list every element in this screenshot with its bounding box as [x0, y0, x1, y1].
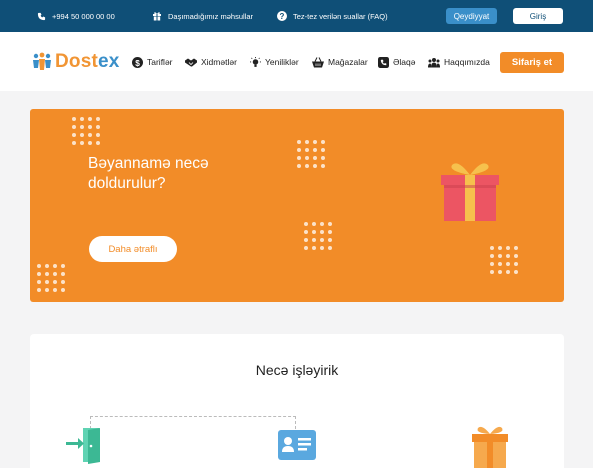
login-button[interactable]: Giriş [513, 8, 563, 24]
svg-text:$: $ [135, 58, 140, 67]
basket-icon [312, 56, 324, 67]
register-button[interactable]: Qeydiyyat [446, 8, 497, 24]
top-bar: +994 50 000 00 00 Daşımadığımız məhsulla… [0, 0, 593, 32]
nav-item-tariffs[interactable]: $ Tariflər [132, 56, 173, 68]
decorative-dots [490, 246, 518, 274]
nav-item-contact[interactable]: Əlaqə [378, 56, 415, 68]
gift-icon [472, 426, 508, 468]
hero-banner: Bəyannamə necə doldurulur? Daha ətraflı [30, 109, 564, 302]
decorative-dots [37, 264, 65, 292]
gift-icon [441, 163, 499, 221]
banner-more-button[interactable]: Daha ətraflı [89, 236, 177, 262]
gift-box-icon [153, 12, 161, 21]
logo[interactable]: Dostex [32, 51, 120, 73]
handshake-icon [185, 58, 197, 66]
svg-text:?: ? [280, 12, 285, 21]
undeclared-products-link[interactable]: Daşımadığımız məhsullar [152, 0, 253, 32]
faq-link[interactable]: ? Tez-tez verilən suallar (FAQ) [277, 0, 388, 32]
nav-item-label: Haqqımızda [444, 57, 490, 67]
logo-text-secondary: ex [98, 51, 120, 72]
logo-text-primary: Dost [55, 51, 99, 72]
step-connector [90, 416, 296, 434]
nav-item-stores[interactable]: Mağazalar [312, 56, 368, 68]
phone-number: +994 50 000 00 00 [52, 11, 115, 21]
undeclared-products-label: Daşımadığımız məhsullar [168, 11, 254, 21]
phone-link[interactable]: +994 50 000 00 00 [37, 0, 115, 32]
login-door-icon [66, 428, 100, 464]
nav-item-services[interactable]: Xidmətlər [185, 56, 237, 68]
nav-item-label: Tariflər [147, 57, 173, 67]
contact-icon [378, 56, 389, 68]
nav-item-news[interactable]: Yeniliklər [250, 56, 299, 68]
nav-item-label: Xidmətlər [201, 57, 237, 67]
banner-title: Bəyannamə necə doldurulur? [88, 155, 209, 192]
decorative-dots [304, 222, 332, 250]
decorative-dots [297, 140, 325, 168]
logo-people-icon [33, 52, 51, 70]
nav-item-label: Mağazalar [328, 57, 368, 67]
nav-item-label: Yeniliklər [265, 57, 299, 67]
main-nav: Dostex $ Tariflər Xidmətlər Yeniliklər M… [0, 32, 593, 91]
question-icon: ? [277, 11, 287, 21]
faq-label: Tez-tez verilən suallar (FAQ) [293, 11, 388, 21]
dollar-icon: $ [132, 56, 143, 68]
id-card-icon [278, 430, 316, 460]
lightbulb-icon [250, 56, 261, 67]
decorative-dots [72, 117, 100, 145]
nav-item-about[interactable]: Haqqımızda [428, 56, 490, 68]
users-icon [428, 57, 440, 67]
section-title: Necə işləyirik [255, 362, 339, 378]
phone-icon [37, 12, 46, 20]
order-button[interactable]: Sifariş et [500, 52, 564, 73]
nav-item-label: Əlaqə [393, 57, 416, 67]
